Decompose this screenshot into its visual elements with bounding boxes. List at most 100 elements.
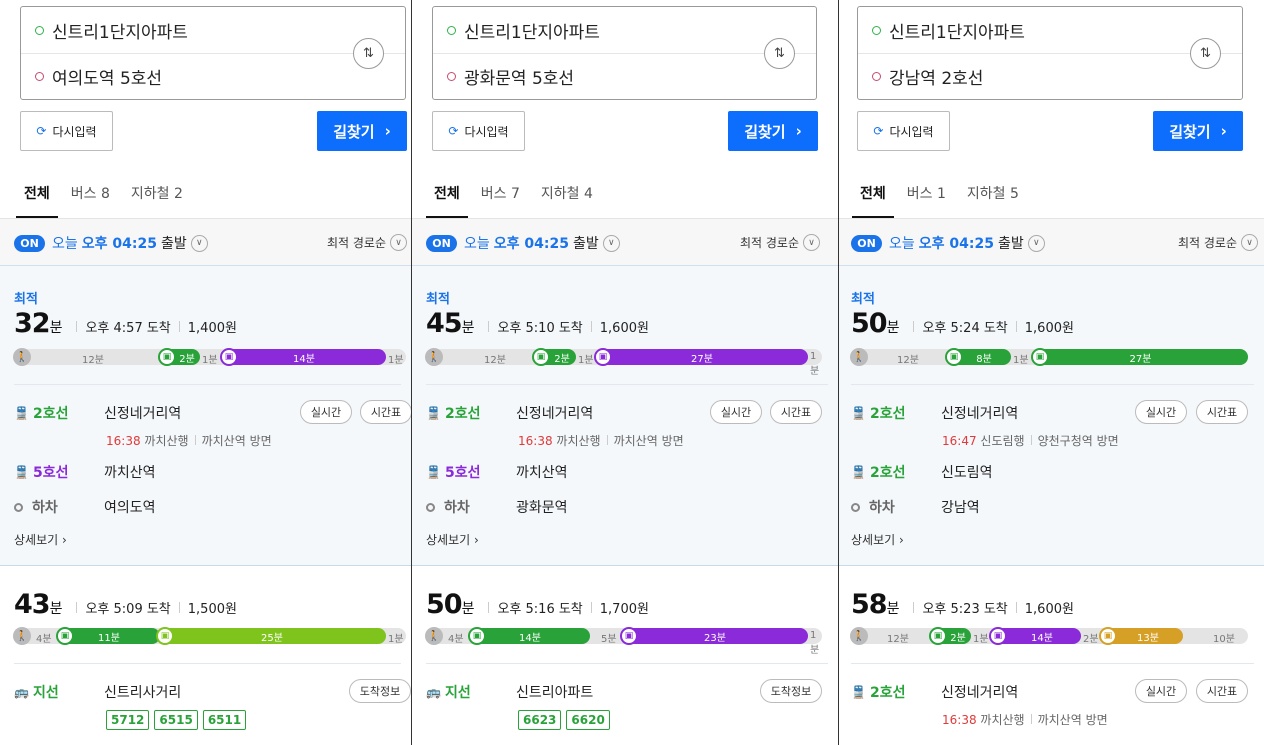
subway-icon: ▣ [989, 627, 1007, 645]
walk-icon: 🚶 [425, 348, 443, 366]
tab-all[interactable]: 전체 [426, 183, 468, 218]
arrival-info-button[interactable]: 도착정보 [349, 679, 411, 703]
route-timeline: 🚶 4분 ▣ 14분 5분 ▣ 23분 1분 [425, 627, 822, 656]
timeline-segment: ▣ 14분 [989, 627, 1081, 645]
chevron-down-icon: ∨ [390, 234, 407, 251]
find-route-button[interactable]: 길찾기 › [728, 111, 818, 151]
route-card-best[interactable]: 최적 45 분 오후 5:10 도착 1,600원 🚶 12분 ▣ 2분 1분 ▣ 2… [412, 266, 838, 566]
realtime-button[interactable]: 실시간 [1135, 400, 1187, 424]
destination-dot-icon [872, 72, 881, 81]
timeline-segment: ▣ 2분 [532, 348, 576, 366]
refresh-icon: ⟳ [36, 124, 47, 138]
train-direction: 16:38 까치산행 까치산역 방면 [942, 713, 1108, 727]
realtime-button[interactable]: 실시간 [300, 400, 352, 424]
route-card-best[interactable]: 최적 50 분 오후 5:24 도착 1,600원 🚶 12분 ▣ 8분 1분 ▣ 2… [839, 266, 1264, 566]
tab-bus[interactable]: 버스 1 [907, 183, 946, 217]
route-step: 🚌 지선 신트리사거리 [14, 685, 182, 701]
subway-icon: ▣ [594, 348, 612, 366]
route-summary: 45 분 오후 5:10 도착 1,600원 [426, 308, 649, 339]
hollow-circle-icon [14, 502, 23, 512]
bus-number-list: 5712 6515 6511 [106, 710, 251, 730]
bus-number[interactable]: 5712 [106, 710, 150, 730]
route-panel-1: 신트리1단지아파트 여의도역 5호선 ⇅ ⟳ 다시입력 길찾기 › 전체 버스 8 … [0, 0, 411, 745]
route-step: 🚆 2호선 신정네거리역 [426, 406, 594, 422]
tab-subway[interactable]: 지하철 5 [967, 183, 1019, 217]
timeline-segment: ▣ 25분 [156, 627, 386, 645]
departure-time[interactable]: 오늘 오후 04:25 출발 ∨ [464, 233, 620, 253]
chevron-down-icon: ∨ [1241, 234, 1258, 251]
arrival-info-button[interactable]: 도착정보 [760, 679, 822, 703]
timetable-button[interactable]: 시간표 [770, 400, 822, 424]
bus-number[interactable]: 6515 [154, 710, 198, 730]
train-direction: 16:38 까치산행 까치산역 방면 [518, 434, 684, 448]
realtime-button[interactable]: 실시간 [710, 400, 762, 424]
route-step: 🚆 2호선 신도림역 [851, 465, 993, 481]
chevron-down-icon: ∨ [190, 234, 208, 252]
find-route-button[interactable]: 길찾기 › [1153, 111, 1243, 151]
route-timeline: 🚶 4분 ▣ 11분 ▣ 25분 1분 [13, 627, 406, 645]
subway-icon: ▣ [929, 627, 947, 645]
bus-icon: 🚌 [14, 685, 29, 699]
departure-time[interactable]: 오늘 오후 04:25 출발 ∨ [52, 233, 208, 253]
swap-icon[interactable]: ⇅ [764, 38, 795, 69]
timetable-button[interactable]: 시간표 [360, 400, 411, 424]
best-badge: 최적 [426, 292, 450, 307]
refresh-icon: ⟳ [448, 124, 459, 138]
realtime-button[interactable]: 실시간 [1135, 679, 1187, 703]
sort-dropdown[interactable]: 최적 경로순 ∨ [1178, 234, 1258, 251]
origin-field[interactable]: 신트리1단지아파트 [872, 18, 1025, 43]
destination-field[interactable]: 강남역 2호선 [872, 64, 983, 89]
filter-bar: ON 오늘 오후 04:25 출발 ∨ 최적 경로순 ∨ [0, 218, 411, 266]
best-badge: 최적 [14, 292, 38, 307]
destination-field[interactable]: 광화문역 5호선 [447, 64, 574, 89]
departure-toggle[interactable]: ON [851, 235, 882, 252]
hollow-circle-icon [851, 502, 860, 512]
subway-icon: 🚆 [426, 465, 441, 479]
destination-field[interactable]: 여의도역 5호선 [35, 64, 162, 89]
search-box: 신트리1단지아파트 광화문역 5호선 ⇅ [432, 6, 817, 100]
departure-time[interactable]: 오늘 오후 04:25 출발 ∨ [889, 233, 1045, 253]
subway-icon: ▣ [1099, 627, 1117, 645]
detail-link[interactable]: 상세보기 › [851, 531, 904, 548]
route-step: 🚆 2호선 신정네거리역 [851, 685, 1019, 701]
find-route-button[interactable]: 길찾기 › [317, 111, 407, 151]
route-step: 하차 광화문역 [426, 497, 568, 517]
tab-subway[interactable]: 지하철 4 [541, 183, 593, 217]
chevron-right-icon: › [795, 122, 802, 140]
departure-toggle[interactable]: ON [14, 235, 45, 252]
tab-bus[interactable]: 버스 8 [71, 183, 110, 217]
detail-link[interactable]: 상세보기 › [426, 531, 479, 548]
search-box: 신트리1단지아파트 강남역 2호선 ⇅ [857, 6, 1243, 100]
tab-all[interactable]: 전체 [852, 183, 894, 218]
departure-toggle[interactable]: ON [426, 235, 457, 252]
timetable-button[interactable]: 시간표 [1196, 400, 1248, 424]
bus-number[interactable]: 6511 [202, 710, 247, 730]
subway-icon: 🚆 [14, 465, 29, 479]
route-card-best[interactable]: 최적 32 분 오후 4:57 도착 1,400원 🚶 12분 ▣ 2분 1분 ▣ 1… [0, 266, 411, 566]
bus-number[interactable]: 6620 [566, 710, 610, 730]
subway-icon: ▣ [158, 348, 176, 366]
timetable-button[interactable]: 시간표 [1196, 679, 1248, 703]
bus-number[interactable]: 6623 [518, 710, 562, 730]
detail-link[interactable]: 상세보기 › [14, 531, 67, 548]
subway-icon: ▣ [620, 627, 638, 645]
filter-bar: ON 오늘 오후 04:25 출발 ∨ 최적 경로순 ∨ [839, 218, 1264, 266]
route-summary: 50 분 오후 5:16 도착 1,700원 [426, 589, 649, 620]
origin-field[interactable]: 신트리1단지아파트 [447, 18, 600, 43]
bus-icon: ▣ [468, 627, 486, 645]
sort-dropdown[interactable]: 최적 경로순 ∨ [740, 234, 820, 251]
swap-icon[interactable]: ⇅ [353, 38, 384, 69]
tab-subway[interactable]: 지하철 2 [131, 183, 183, 217]
origin-field[interactable]: 신트리1단지아파트 [35, 18, 188, 43]
reset-button[interactable]: ⟳ 다시입력 [432, 111, 525, 151]
walk-icon: 🚶 [850, 348, 868, 366]
reset-button[interactable]: ⟳ 다시입력 [20, 111, 113, 151]
tab-bus[interactable]: 버스 7 [481, 183, 520, 217]
tab-all[interactable]: 전체 [16, 183, 58, 218]
route-step: 🚆 2호선 신정네거리역 [851, 406, 1019, 422]
route-summary: 50 분 오후 5:24 도착 1,600원 [851, 308, 1074, 339]
timeline-segment: ▣ 14분 [220, 348, 386, 366]
swap-icon[interactable]: ⇅ [1190, 38, 1221, 69]
sort-dropdown[interactable]: 최적 경로순 ∨ [327, 234, 407, 251]
reset-button[interactable]: ⟳ 다시입력 [857, 111, 950, 151]
